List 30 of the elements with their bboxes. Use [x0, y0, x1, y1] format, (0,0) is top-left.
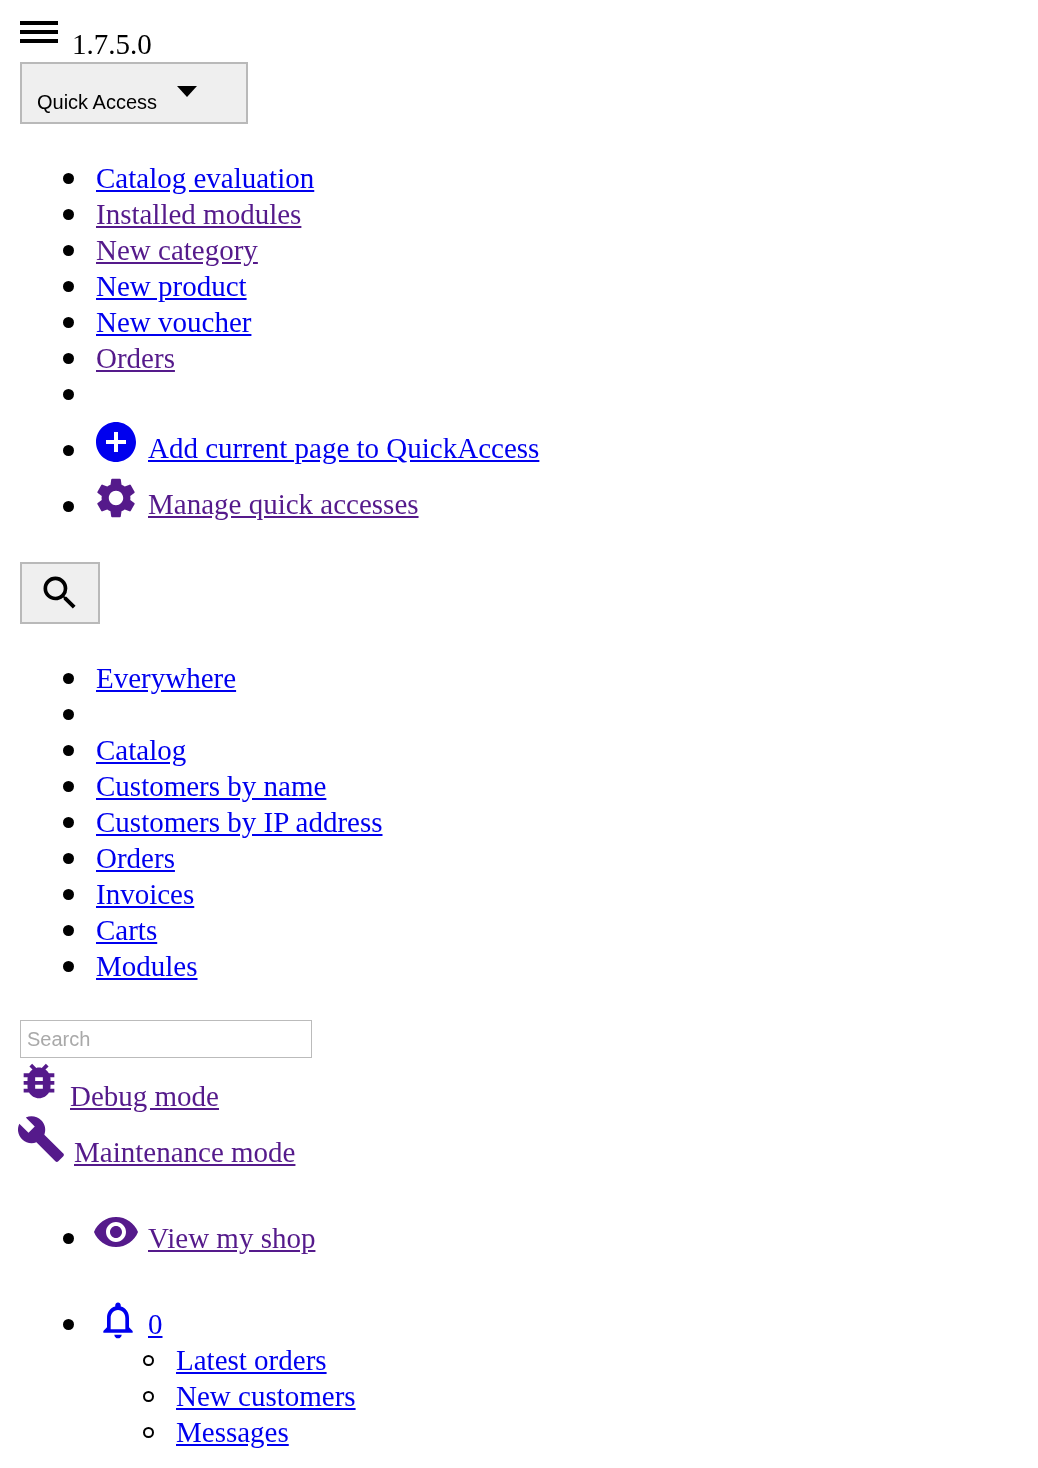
notification-link[interactable]: Latest orders: [176, 1342, 327, 1378]
version-text: 1.7.5.0: [72, 28, 152, 60]
menu-link[interactable]: Catalog evaluation: [96, 160, 315, 196]
menu-link[interactable]: Orders: [96, 840, 175, 876]
search-button[interactable]: [20, 562, 100, 624]
menu-link[interactable]: Add current page to QuickAccess: [96, 418, 540, 466]
caret-icon: [177, 86, 198, 97]
menu-icon[interactable]: [20, 18, 58, 46]
notification-link[interactable]: Messages: [176, 1414, 289, 1450]
view-shop-link[interactable]: View my shop: [96, 1208, 316, 1256]
menu-link[interactable]: New product: [96, 268, 247, 304]
menu-link[interactable]: Modules: [96, 948, 198, 984]
menu-link[interactable]: New category: [96, 232, 258, 268]
menu-link[interactable]: Installed modules: [96, 196, 302, 232]
menu-link[interactable]: Customers by IP address: [96, 804, 383, 840]
menu-link[interactable]: Customers by name: [96, 768, 327, 804]
menu-link[interactable]: Carts: [96, 912, 158, 948]
menu-link[interactable]: Manage quick accesses: [96, 474, 419, 522]
notification-link[interactable]: New customers: [176, 1378, 356, 1414]
menu-link[interactable]: Catalog: [96, 732, 187, 768]
menu-link[interactable]: Orders: [96, 340, 175, 376]
quick-access-button[interactable]: Quick Access: [20, 62, 248, 124]
menu-link[interactable]: Invoices: [96, 876, 195, 912]
notifications-link[interactable]: 0: [96, 1298, 163, 1342]
mode-link[interactable]: Maintenance mode: [20, 1114, 296, 1170]
menu-link[interactable]: New voucher: [96, 304, 252, 340]
wrench-icon: [16, 1114, 66, 1164]
search-field[interactable]: Search: [20, 1020, 312, 1058]
mode-link[interactable]: Debug mode: [20, 1058, 219, 1114]
menu-link[interactable]: Everywhere: [96, 660, 237, 696]
